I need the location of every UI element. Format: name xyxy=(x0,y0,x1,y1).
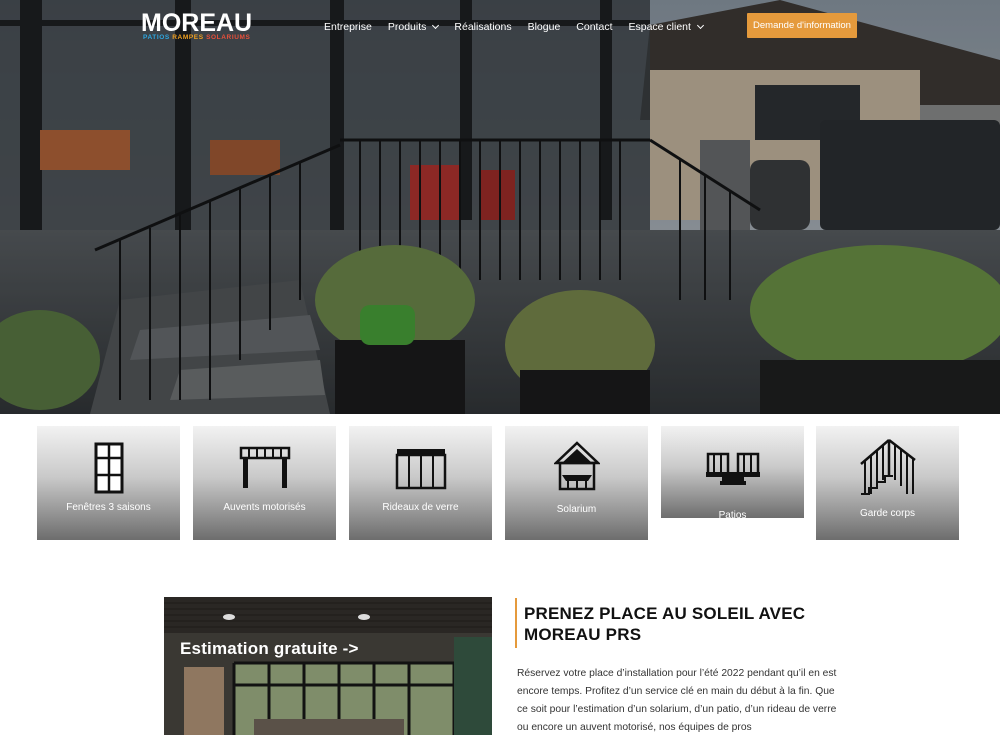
nav-contact[interactable]: Contact xyxy=(568,20,620,34)
pergola-icon xyxy=(193,444,336,490)
nav-label: Produits xyxy=(387,21,427,33)
logo-tagline-solariums: SOLARIUMS xyxy=(206,34,251,41)
nav-realisations[interactable]: Réalisations xyxy=(446,20,519,34)
nav-blogue[interactable]: Blogue xyxy=(520,20,569,34)
window-icon xyxy=(37,442,180,494)
nav-label: Entreprise xyxy=(324,21,372,33)
nav-entreprise[interactable]: Entreprise xyxy=(316,20,380,34)
product-card-auvents[interactable]: Auvents motorisés xyxy=(193,426,336,540)
nav-espace-client[interactable]: Espace client xyxy=(620,20,710,34)
main-nav: Entreprise Produits Réalisations Blogue … xyxy=(316,20,711,34)
section-heading: PRENEZ PLACE AU SOLEIL AVEC MOREAU PRS xyxy=(524,604,806,644)
heading-accent-bar xyxy=(515,598,517,648)
nav-produits[interactable]: Produits xyxy=(380,20,447,34)
product-label: Solarium xyxy=(556,504,597,515)
product-card-solarium[interactable]: Solarium xyxy=(505,426,648,540)
patio-icon xyxy=(661,450,804,486)
product-card-garde-corps[interactable]: Garde corps xyxy=(816,426,959,540)
product-label: Fenêtres 3 saisons xyxy=(66,502,151,513)
logo-tagline: PATIOS RAMPES SOLARIUMS xyxy=(143,34,250,41)
nav-label: Contact xyxy=(576,21,613,33)
logo-wordmark: MOREAU xyxy=(141,9,253,37)
product-card-fenetres[interactable]: Fenêtres 3 saisons xyxy=(37,426,180,540)
logo-tagline-rampes: RAMPES xyxy=(172,34,204,41)
free-estimate-title: Estimation gratuite -> xyxy=(180,639,359,658)
railing-icon xyxy=(816,436,959,498)
product-card-rideaux[interactable]: Rideaux de verre xyxy=(349,426,492,540)
chevron-down-icon xyxy=(696,21,704,30)
hero-photo xyxy=(0,0,1000,414)
product-label: Patios xyxy=(718,510,747,518)
solarium-icon xyxy=(505,441,648,493)
chevron-down-icon xyxy=(432,21,440,30)
product-label: Rideaux de verre xyxy=(382,502,459,513)
moreau-logo[interactable]: MOREAU PATIOS RAMPES SOLARIUMS xyxy=(141,10,259,42)
information-request-button[interactable]: Demande d'information xyxy=(747,13,857,38)
product-label: Auvents motorisés xyxy=(223,502,306,513)
glass-curtain-icon xyxy=(349,446,492,490)
hero-banner: MOREAU PATIOS RAMPES SOLARIUMS Entrepris… xyxy=(0,0,1000,414)
free-estimate-banner[interactable]: Estimation gratuite -> xyxy=(164,597,492,735)
solarium-interior-photo xyxy=(164,597,492,735)
nav-label: Espace client xyxy=(628,21,691,33)
logo-tagline-patios: PATIOS xyxy=(143,34,170,41)
section-body-text: Réservez votre place d’installation pour… xyxy=(517,668,837,733)
nav-label: Réalisations xyxy=(454,21,512,33)
nav-label: Blogue xyxy=(527,21,561,33)
product-label: Garde corps xyxy=(859,508,916,519)
product-card-patios[interactable]: Patios xyxy=(661,426,804,518)
